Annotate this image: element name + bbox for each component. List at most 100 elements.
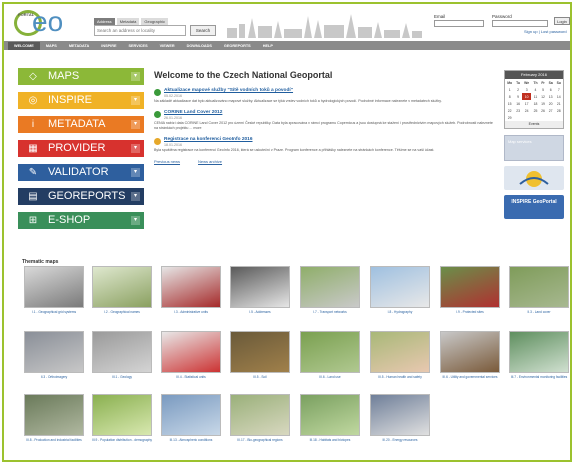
nav-viewer[interactable]: VIEWER (154, 44, 181, 48)
search-tab-metadata[interactable]: Metadata (116, 18, 140, 25)
news-title[interactable]: Registrace na konferenci GeoInfo 2016 (164, 137, 494, 142)
thematic-map-thumbnail[interactable] (300, 266, 360, 308)
calendar-day[interactable]: 3 (522, 86, 532, 93)
calendar-day[interactable]: 1 (505, 86, 514, 93)
menu-item-e-shop[interactable]: ⊞ E-SHOP ▾ (18, 212, 144, 229)
thematic-map-thumbnail[interactable] (440, 331, 500, 373)
nav-help[interactable]: HELP (257, 44, 279, 48)
menu-item-provider[interactable]: ▦ PROVIDER ▾ (18, 140, 144, 157)
thematic-map-thumbnail[interactable] (161, 331, 221, 373)
thematic-map-thumbnail[interactable] (92, 266, 152, 308)
thematic-map-thumbnail[interactable] (300, 394, 360, 436)
nav-metadata[interactable]: METADATA (63, 44, 95, 48)
password-field[interactable] (492, 20, 548, 27)
thematic-map-thumbnail[interactable] (24, 394, 84, 436)
thematic-map-caption[interactable]: III.8 - Production and industrial facili… (22, 438, 86, 442)
thematic-map-caption[interactable]: III.20 - Energy resources (368, 438, 432, 442)
nav-downloads[interactable]: DOWNLOADS (181, 44, 218, 48)
chevron-down-icon[interactable]: ▾ (131, 216, 140, 225)
news-title[interactable]: Aktualizace mapové služby "Sítě vodních … (164, 88, 494, 93)
calendar-day[interactable]: 7 (555, 86, 563, 93)
thematic-map-thumbnail[interactable] (161, 394, 221, 436)
menu-item-inspire[interactable]: ◎ INSPIRE ▾ (18, 92, 144, 109)
calendar-day[interactable]: 26 (539, 107, 546, 114)
thematic-map-thumbnail[interactable] (24, 266, 84, 308)
calendar-day[interactable]: 4 (531, 86, 539, 93)
calendar-day[interactable]: 28 (555, 107, 563, 114)
calendar-day[interactable]: 25 (531, 107, 539, 114)
chevron-down-icon[interactable]: ▾ (131, 192, 140, 201)
thematic-map-thumbnail[interactable] (230, 266, 290, 308)
thematic-map-caption[interactable]: III.5 - Human health and safety (368, 375, 432, 379)
thematic-map-caption[interactable]: III.6 - Land use (298, 375, 362, 379)
thematic-map-caption[interactable]: III.17 - Bio-geographical regions (228, 438, 292, 442)
thematic-map-caption[interactable]: III.7 - Environmental monitoring facilit… (507, 375, 570, 379)
nav-inspire[interactable]: INSPIRE (95, 44, 122, 48)
signup-links[interactable]: Sign up | Lost password (524, 29, 567, 34)
chevron-down-icon[interactable]: ▾ (131, 120, 140, 129)
thematic-map-thumbnail[interactable] (300, 331, 360, 373)
news-title[interactable]: CORINE Land Cover 2012 (164, 110, 494, 115)
thematic-map-caption[interactable]: III.18 - Habitats and biotopes (298, 438, 362, 442)
calendar-day[interactable]: 18 (531, 100, 539, 107)
menu-item-maps[interactable]: ◇ MAPS ▾ (18, 68, 144, 85)
thematic-map-caption[interactable]: III.5 - Soil (228, 375, 292, 379)
thematic-map-thumbnail[interactable] (92, 394, 152, 436)
calendar-day[interactable]: 13 (547, 93, 555, 100)
calendar-day[interactable]: 22 (505, 107, 514, 114)
calendar-footer[interactable]: Events (505, 121, 563, 128)
thematic-map-caption[interactable]: I.5 - Addresses (228, 310, 292, 314)
chevron-down-icon[interactable]: ▾ (131, 144, 140, 153)
thematic-map-caption[interactable]: I.1 - Geographical grid systems (22, 310, 86, 314)
nav-welcome[interactable]: WELCOME (8, 41, 40, 50)
menu-item-metadata[interactable]: i METADATA ▾ (18, 116, 144, 133)
thematic-map-thumbnail[interactable] (370, 394, 430, 436)
calendar-day[interactable]: 11 (531, 93, 539, 100)
map-services-banner[interactable]: Map services (504, 135, 564, 161)
news-archive-link[interactable]: News archive (198, 159, 222, 164)
calendar-day[interactable]: 12 (539, 93, 546, 100)
calendar-day[interactable]: 24 (522, 107, 532, 114)
thematic-map-caption[interactable]: I.9 - Protected sites (438, 310, 502, 314)
inspire-geoportal-banner[interactable]: INSPIRE GeoPortal (504, 195, 564, 219)
search-button[interactable]: Search (190, 25, 216, 36)
thematic-map-thumbnail[interactable] (24, 331, 84, 373)
calendar-header[interactable]: February 2016 (505, 71, 563, 79)
nav-georeports[interactable]: GEOREPORTS (218, 44, 257, 48)
email-field[interactable] (434, 20, 484, 27)
thematic-map-thumbnail[interactable] (370, 331, 430, 373)
services-logo-banner[interactable] (504, 166, 564, 190)
login-button[interactable]: Login (554, 17, 570, 25)
calendar-day[interactable]: 20 (547, 100, 555, 107)
thematic-map-caption[interactable]: II.3 - Orthoimagery (22, 375, 86, 379)
menu-item-georeports[interactable]: ▤ GEOREPORTS ▾ (18, 188, 144, 205)
calendar-day[interactable]: 16 (514, 100, 521, 107)
thematic-map-thumbnail[interactable] (440, 266, 500, 308)
search-tab-geographic[interactable]: Geographic (141, 18, 169, 25)
thematic-map-caption[interactable]: I.8 - Hydrography (368, 310, 432, 314)
thematic-map-thumbnail[interactable] (230, 394, 290, 436)
thematic-map-caption[interactable]: III.6 - Utility and governmental service… (438, 375, 502, 379)
calendar-day[interactable]: 14 (555, 93, 563, 100)
chevron-down-icon[interactable]: ▾ (131, 168, 140, 177)
calendar-day[interactable]: 27 (547, 107, 555, 114)
thematic-map-thumbnail[interactable] (509, 266, 569, 308)
thematic-map-thumbnail[interactable] (161, 266, 221, 308)
thematic-map-thumbnail[interactable] (370, 266, 430, 308)
calendar-day[interactable]: 2 (514, 86, 521, 93)
thematic-map-caption[interactable]: I.3 - Administrative units (159, 310, 223, 314)
menu-item-validator[interactable]: ✎ VALIDATOR ▾ (18, 164, 144, 181)
nav-maps[interactable]: MAPS (40, 44, 63, 48)
search-input[interactable] (94, 25, 186, 36)
thematic-map-caption[interactable]: I.2 - Geographical names (90, 310, 154, 314)
previous-news-link[interactable]: Previous news (154, 159, 180, 164)
calendar-day[interactable]: 17 (522, 100, 532, 107)
calendar-day[interactable]: 19 (539, 100, 546, 107)
thematic-map-caption[interactable]: III.9 - Population distribution - demogr… (90, 438, 154, 442)
calendar-day[interactable]: 21 (555, 100, 563, 107)
calendar-day[interactable]: 8 (505, 93, 514, 100)
thematic-map-caption[interactable]: II.3 - Land cover (507, 310, 570, 314)
thematic-map-thumbnail[interactable] (230, 331, 290, 373)
nav-services[interactable]: SERVICES (122, 44, 153, 48)
geoportal-logo[interactable]: PORTAL eo (14, 6, 84, 37)
